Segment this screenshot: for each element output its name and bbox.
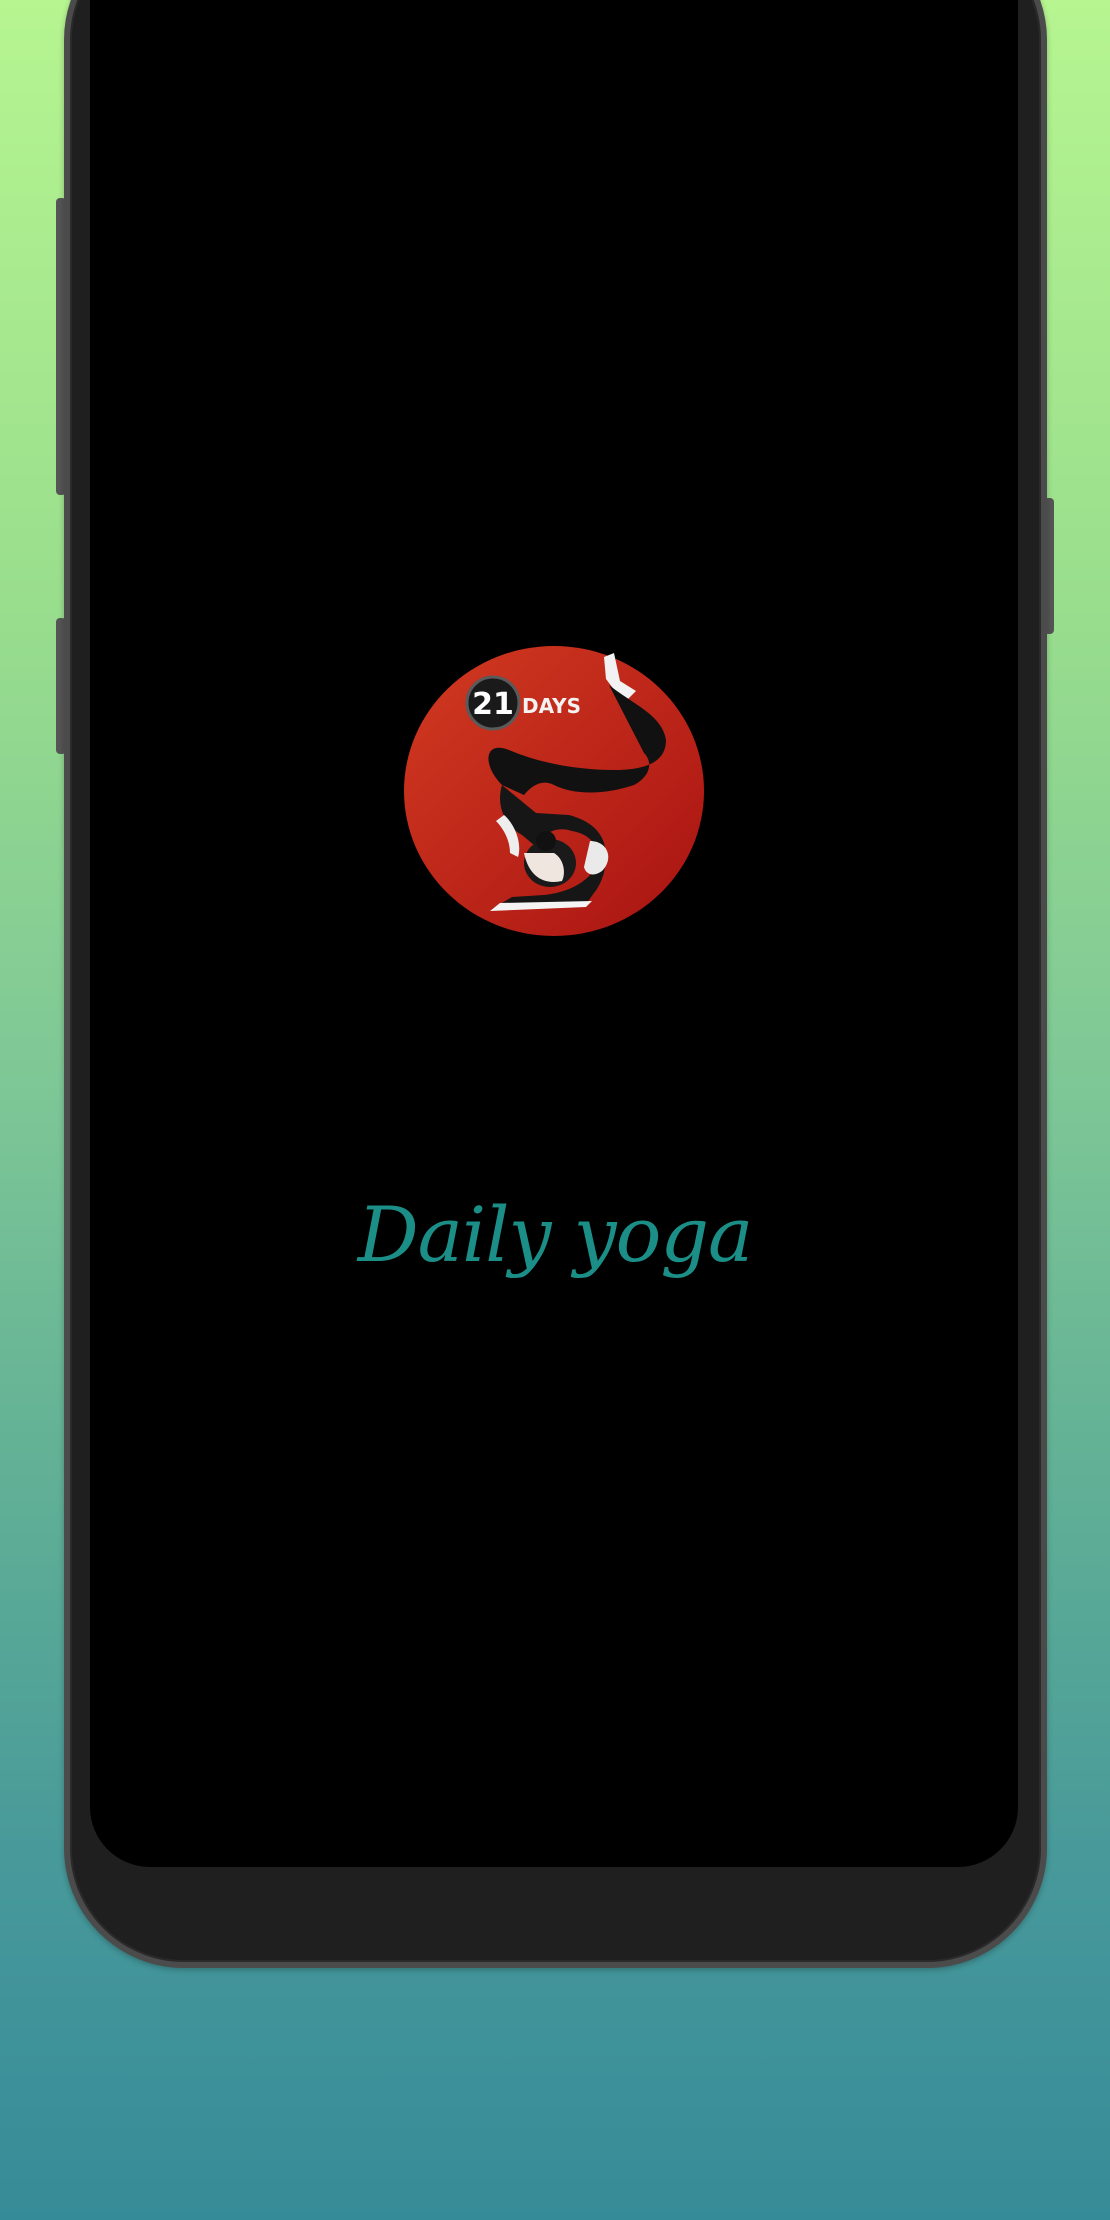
badge-number: 21 bbox=[472, 687, 514, 722]
logo-circle bbox=[404, 646, 704, 936]
app-logo: 21 DAYS bbox=[404, 645, 705, 936]
app-title: Daily yoga bbox=[357, 1190, 754, 1279]
badge-text: DAYS bbox=[522, 694, 581, 718]
